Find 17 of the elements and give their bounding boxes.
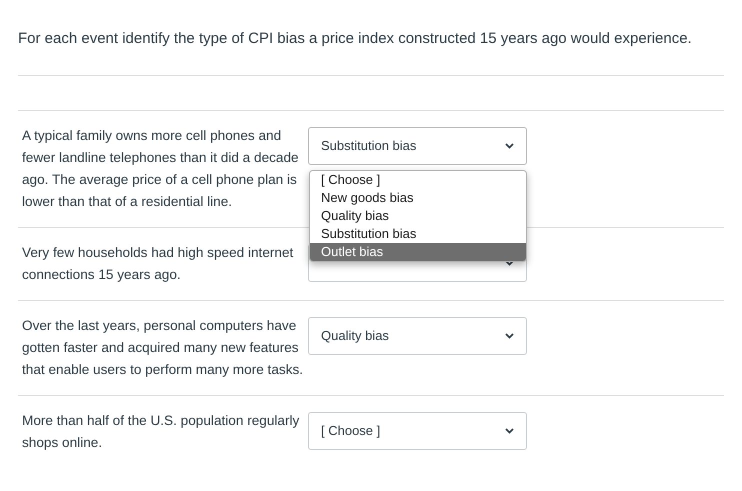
chevron-down-icon bbox=[505, 260, 514, 266]
dropdown-option[interactable]: Quality bias bbox=[310, 207, 526, 225]
chevron-down-icon bbox=[505, 143, 514, 149]
dropdown-option[interactable]: Substitution bias bbox=[310, 225, 526, 243]
question-text: A typical family owns more cell phones and fewer landline telephones than it did a decade ago. The average price of a cell phone plan is lower than that of a residential line. bbox=[22, 127, 300, 211]
instruction-text: For each event identify the type of CPI bias a price index constructed 15 years ago would experience. bbox=[18, 29, 693, 49]
answer-select[interactable]: Substitution bias bbox=[308, 127, 527, 165]
question-text: Very few households had high speed internet connections 15 years ago. bbox=[22, 244, 294, 284]
dropdown-option[interactable]: [ Choose ] bbox=[310, 171, 526, 189]
question-text: More than half of the U.S. population regularly shops online. bbox=[22, 412, 300, 452]
chevron-down-icon bbox=[505, 333, 514, 339]
answer-select[interactable]: [ Choose ] bbox=[308, 412, 527, 450]
dropdown-option[interactable]: Outlet bias bbox=[310, 243, 526, 261]
answer-select[interactable]: Quality bias bbox=[308, 317, 527, 355]
question-text: Over the last years, personal computers have gotten faster and acquired many new features that enable users to perform many more tasks. bbox=[22, 317, 304, 379]
dropdown-option[interactable]: New goods bias bbox=[310, 189, 526, 207]
chevron-down-icon bbox=[505, 428, 514, 434]
